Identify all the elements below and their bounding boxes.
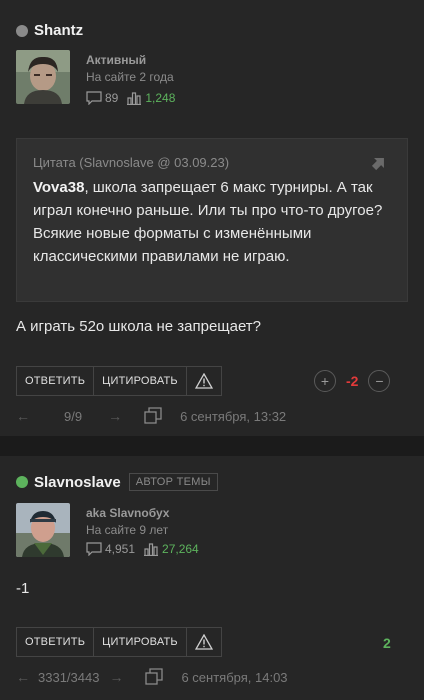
- user-counts: 89 1,248: [86, 91, 175, 105]
- warning-icon: [194, 634, 213, 650]
- post-actions: ОТВЕТИТЬ ЦИТИРОВАТЬ: [16, 627, 222, 657]
- reputation-value: 1,248: [145, 91, 176, 105]
- prev-arrow-icon[interactable]: ←: [16, 408, 30, 424]
- post-shantz: Shantz Активный На сайте 2 года 89 1,248…: [0, 0, 424, 436]
- page-counter: 3331/3443: [38, 669, 100, 685]
- reputation-count[interactable]: 1,248: [126, 91, 175, 105]
- topic-author-badge: АВТОР ТЕМЫ: [128, 473, 218, 491]
- reputation-value: 27,264: [162, 542, 199, 556]
- user-on-site: На сайте 9 лет: [86, 523, 169, 537]
- quote-line1: , школа запрещает 6 макс турниры. А так …: [33, 179, 383, 219]
- quote-header: Цитата (Slavnoslave @ 03.09.23): [33, 155, 230, 170]
- status-dot: [16, 476, 28, 488]
- user-on-site: На сайте 2 года: [86, 70, 174, 84]
- go-to-quote-icon[interactable]: [371, 155, 387, 171]
- reply-button[interactable]: ОТВЕТИТЬ: [17, 628, 95, 656]
- quote-button[interactable]: ЦИТИРОВАТЬ: [94, 628, 187, 656]
- post-date: 6 сентября, 13:32: [180, 408, 287, 424]
- quote-line2: Всякие новые форматы с изменёнными класс…: [33, 225, 312, 265]
- report-button[interactable]: [187, 367, 221, 395]
- reputation-count[interactable]: 27,264: [143, 542, 199, 556]
- messages-count[interactable]: 89: [86, 91, 118, 105]
- next-arrow-icon[interactable]: →: [109, 669, 123, 685]
- next-arrow-icon[interactable]: →: [108, 408, 122, 424]
- user-counts: 4,951 27,264: [86, 542, 199, 556]
- author-name[interactable]: Slavnoslave: [34, 474, 121, 491]
- user-meta: aka Slavnобух На сайте 9 лет: [86, 505, 169, 539]
- quote-body: Vova38, школа запрещает 6 макс турниры. …: [33, 176, 391, 268]
- page-counter: 9/9: [64, 408, 83, 424]
- reputation-icon: [127, 92, 142, 105]
- user-role: aka Slavnобух: [86, 506, 170, 520]
- reply-button[interactable]: ОТВЕТИТЬ: [17, 367, 95, 395]
- quote-mention[interactable]: Vova38: [33, 179, 84, 196]
- avatar[interactable]: [16, 50, 70, 104]
- post-date: 6 сентября, 14:03: [181, 669, 288, 685]
- user-role: Активный: [86, 53, 147, 67]
- user-meta: Активный На сайте 2 года: [86, 52, 174, 86]
- messages-value: 89: [105, 91, 119, 105]
- quote-button[interactable]: ЦИТИРОВАТЬ: [94, 367, 187, 395]
- vote-controls: + -2 −: [314, 370, 391, 392]
- copy-link-icon[interactable]: [144, 407, 162, 425]
- warning-icon: [194, 373, 213, 389]
- reputation-icon: [144, 543, 159, 556]
- copy-link-icon[interactable]: [145, 668, 164, 686]
- avatar[interactable]: [16, 503, 70, 557]
- author-row: Shantz: [16, 22, 83, 39]
- vote-up-button[interactable]: +: [314, 370, 336, 392]
- message-icon: [86, 91, 102, 105]
- post-text: -1: [16, 580, 30, 597]
- messages-value: 4,951: [105, 542, 136, 556]
- post-score: -2: [346, 373, 359, 389]
- messages-count[interactable]: 4,951: [86, 542, 135, 556]
- author-row: Slavnoslave АВТОР ТЕМЫ: [16, 473, 218, 491]
- post-footer: ← 3331/3443 → 6 сентября, 14:03: [16, 668, 288, 686]
- post-slavnoslave: Slavnoslave АВТОР ТЕМЫ aka Slavnобух На …: [0, 456, 424, 700]
- vote-down-button[interactable]: −: [368, 370, 391, 392]
- post-separator: [0, 436, 424, 456]
- message-icon: [86, 542, 102, 556]
- author-name[interactable]: Shantz: [34, 22, 83, 39]
- status-dot: [16, 24, 28, 37]
- post-score: 2: [383, 635, 391, 651]
- quote-block: Цитата (Slavnoslave @ 03.09.23) Vova38, …: [16, 138, 408, 302]
- report-button[interactable]: [187, 628, 221, 656]
- post-text: А играть 52о школа не запрещает?: [16, 318, 262, 335]
- prev-arrow-icon[interactable]: ←: [16, 669, 30, 685]
- post-footer: ← 9/9 → 6 сентября, 13:32: [16, 407, 286, 425]
- post-actions: ОТВЕТИТЬ ЦИТИРОВАТЬ: [16, 366, 222, 396]
